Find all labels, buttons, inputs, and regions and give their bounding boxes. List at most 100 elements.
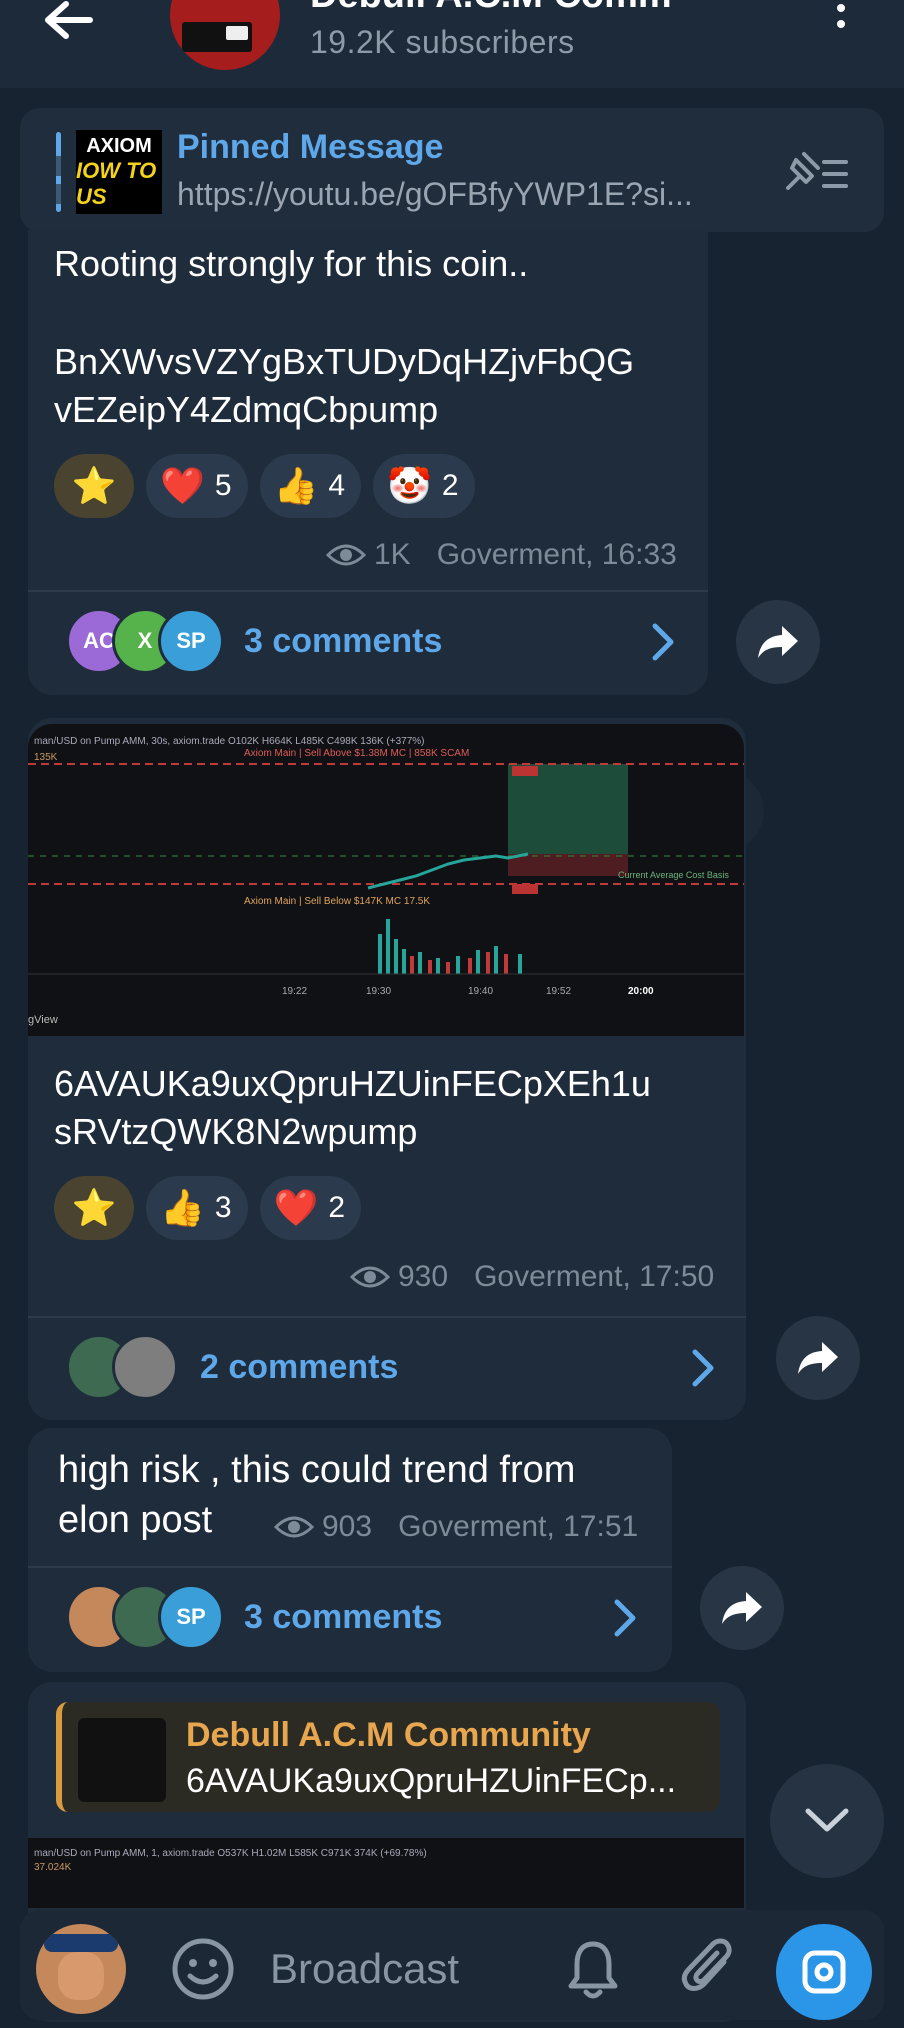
chevron-right-icon xyxy=(652,623,674,661)
chart-screenshot[interactable]: man/USD on Pump AMM, 30s, axiom.trade O1… xyxy=(28,724,744,1036)
chat-header: Debull A.C.M Comm 19.2K subscribers xyxy=(0,0,904,88)
pinned-indicator xyxy=(56,132,61,212)
comments-count: 2 comments xyxy=(200,1348,399,1386)
pinned-thumbnail: AXIOM IOW TO US xyxy=(76,130,162,214)
emoji-button[interactable] xyxy=(170,1936,236,2002)
pinned-list-button[interactable] xyxy=(782,148,852,196)
chart-time: 19:30 xyxy=(366,986,392,997)
reaction-star[interactable]: ⭐ xyxy=(54,1176,134,1240)
share-button[interactable] xyxy=(736,600,820,684)
chart-time: 20:00 xyxy=(628,986,654,997)
chart-footer: gView xyxy=(28,1014,58,1026)
pinned-thumb-line1: AXIOM xyxy=(86,134,152,157)
reply-thumbnail xyxy=(78,1718,166,1802)
pinned-text: https://youtu.be/gOFBfyYWP1E?si... xyxy=(177,176,693,212)
chart-label-mid: Axiom Main | Sell Below $147K MC 17.5K xyxy=(244,896,431,907)
views-eye-icon xyxy=(326,544,366,566)
reaction-heart[interactable]: ❤️ 2 xyxy=(259,1176,362,1240)
dot-icon xyxy=(837,4,845,12)
comments-row[interactable]: AC X SP 3 comments xyxy=(28,592,708,692)
views-count: 903 xyxy=(322,1510,373,1543)
comments-row[interactable]: 2 comments xyxy=(28,1318,746,1418)
reaction-count: 2 xyxy=(441,469,459,502)
comments-row[interactable]: SP 3 comments xyxy=(28,1568,672,1668)
dot-icon xyxy=(837,20,845,28)
share-button[interactable] xyxy=(776,1316,860,1400)
message-text-line: BnXWvsVZYgBxTUDyDqHZjvFbQG xyxy=(54,341,635,382)
thumbs-up-icon: 👍 xyxy=(273,465,319,506)
message-text-line: vEZeipY4ZdmqCbpump xyxy=(54,389,439,430)
reaction-thumbs-up[interactable]: 👍 3 xyxy=(146,1176,248,1240)
clown-icon: 🤡 xyxy=(387,465,432,506)
star-icon: ⭐ xyxy=(71,1187,117,1228)
message-text-line: 6AVAUKa9uxQpruHZUinFECpXEh1u xyxy=(54,1063,651,1104)
share-arrow-icon xyxy=(722,1592,762,1624)
emoji-smile-icon xyxy=(172,1938,234,2000)
scroll-down-button[interactable] xyxy=(770,1764,884,1878)
chevron-down-icon xyxy=(805,1808,849,1832)
channel-title[interactable]: Debull A.C.M Comm xyxy=(310,0,672,17)
pinned-label: Pinned Message xyxy=(177,128,444,166)
chart-label-top: Axiom Main | Sell Above $1.38M MC | 858K… xyxy=(244,748,470,759)
reaction-count: 5 xyxy=(214,469,232,502)
chart-label-right: Current Average Cost Basis xyxy=(618,870,729,880)
pin-list-icon xyxy=(786,152,848,190)
commenter-avatars xyxy=(66,1334,186,1400)
reactions-row: ⭐ 👍 3 ❤️ 2 xyxy=(54,1176,362,1240)
message-meta: 930 Goverment, 17:50 xyxy=(350,1260,714,1294)
user-avatar[interactable] xyxy=(36,1924,126,2014)
star-icon: ⭐ xyxy=(71,465,117,506)
author-time: Goverment, 16:33 xyxy=(436,538,677,571)
pinned-message-bar[interactable]: AXIOM IOW TO US Pinned Message https://y… xyxy=(20,108,884,232)
share-button[interactable] xyxy=(700,1566,784,1650)
heart-icon: ❤️ xyxy=(160,465,205,506)
share-arrow-icon xyxy=(798,1342,838,1374)
reaction-heart[interactable]: ❤️ 5 xyxy=(146,454,248,518)
chevron-right-icon xyxy=(692,1349,714,1387)
camera-button[interactable] xyxy=(776,1924,872,2020)
reaction-thumbs-up[interactable]: 👍 4 xyxy=(259,454,362,518)
views-eye-icon xyxy=(350,1266,390,1288)
comments-count: 3 comments xyxy=(244,1598,443,1636)
reply-title: Debull A.C.M Community xyxy=(186,1716,591,1754)
broadcast-input[interactable] xyxy=(270,1934,570,2004)
reaction-count: 2 xyxy=(328,1191,346,1224)
chart-screenshot[interactable]: man/USD on Pump AMM, 1, axiom.trade O537… xyxy=(28,1838,744,1908)
author-time: Goverment, 17:51 xyxy=(398,1510,639,1543)
message-text-line: high risk , this could trend from xyxy=(58,1449,576,1491)
chart-time: 19:52 xyxy=(546,986,572,997)
heart-icon: ❤️ xyxy=(273,1187,319,1228)
message-text-line: sRVtzQWK8N2wpump xyxy=(54,1111,418,1152)
message-text-line: Rooting strongly for this coin.. xyxy=(54,243,529,284)
back-button[interactable] xyxy=(40,0,100,40)
chart-time: 19:22 xyxy=(282,986,308,997)
chart-time: 19:40 xyxy=(468,986,494,997)
more-menu-button[interactable] xyxy=(826,0,856,40)
reaction-count: 3 xyxy=(214,1191,232,1224)
camera-icon xyxy=(802,1950,846,1994)
views-count: 1K xyxy=(374,538,411,571)
views-count: 930 xyxy=(398,1260,449,1293)
message-text-line: elon post xyxy=(58,1499,213,1541)
back-arrow-icon xyxy=(45,1,93,39)
avatar xyxy=(112,1334,178,1400)
notifications-button[interactable] xyxy=(566,1938,620,2000)
chart-header: man/USD on Pump AMM, 1, axiom.trade O537… xyxy=(34,1848,427,1859)
views-eye-icon xyxy=(274,1516,314,1538)
message-meta: 1K Goverment, 16:33 xyxy=(326,538,677,572)
channel-avatar[interactable] xyxy=(170,0,280,70)
reaction-count: 4 xyxy=(328,469,346,502)
reply-preview[interactable]: Debull A.C.M Community 6AVAUKa9uxQpruHZU… xyxy=(56,1702,720,1812)
bell-icon xyxy=(568,1941,618,1999)
attach-button[interactable] xyxy=(680,1934,740,2000)
subscriber-count: 19.2K subscribers xyxy=(310,24,575,60)
reaction-star[interactable]: ⭐ xyxy=(54,454,134,518)
commenter-avatars: SP xyxy=(66,1584,226,1650)
comments-count: 3 comments xyxy=(244,622,443,660)
chevron-right-icon xyxy=(614,1599,636,1637)
avatar: SP xyxy=(158,1584,224,1650)
share-arrow-icon xyxy=(758,626,798,658)
paperclip-icon xyxy=(681,1938,732,1991)
reaction-clown[interactable]: 🤡 2 xyxy=(373,454,475,518)
commenter-avatars: AC X SP xyxy=(66,608,226,674)
